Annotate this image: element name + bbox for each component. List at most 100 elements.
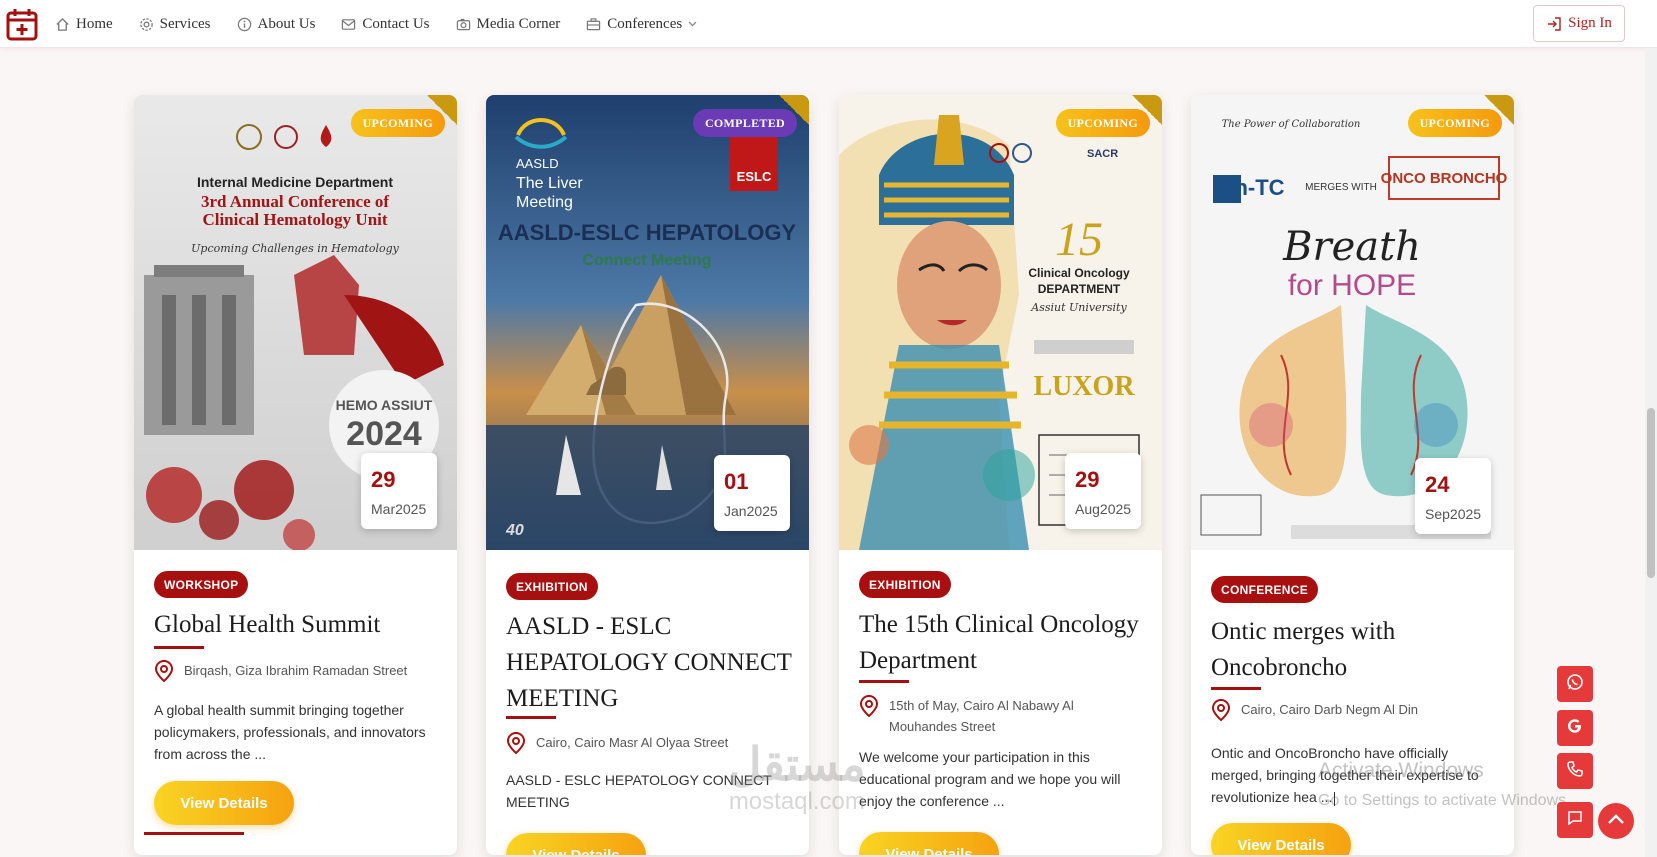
status-badge: COMPLETED [692,109,797,137]
svg-text:HEMO ASSIUT: HEMO ASSIUT [336,397,433,413]
view-details-button[interactable]: View Details [859,832,999,855]
page-scrollbar[interactable] [1645,48,1657,857]
title-underline [506,716,556,719]
svg-text:Upcoming Challenges in Hematol: Upcoming Challenges in Hematology [191,242,399,255]
mostaql-watermark-url: mostaql.com [728,788,865,815]
svg-text:Meeting: Meeting [516,194,573,211]
scroll-to-top-button[interactable] [1598,803,1634,839]
google-icon [1566,717,1584,740]
nav-contact[interactable]: Contact Us [341,15,430,33]
svg-text:Clinical Hematology Unit: Clinical Hematology Unit [202,210,387,229]
map-pin-icon [1211,699,1231,721]
svg-text:SACR: SACR [1087,148,1118,160]
text-cursor [1334,792,1335,806]
nav-about-label: About Us [257,15,316,32]
event-day: 29 [371,467,396,492]
view-details-button[interactable]: View Details [154,781,294,825]
event-location-text: Birqash, Giza Ibrahim Ramadan Street [184,663,408,678]
svg-text:The Power of Collaboration: The Power of Collaboration [1222,119,1361,130]
event-description: A global health summit bringing together… [154,702,426,762]
event-description: We welcome your participation in this ed… [859,749,1121,809]
event-location: Birqash, Giza Ibrahim Ramadan Street [154,660,444,682]
event-card: SACR 15 Clinical Oncology DEPARTMENT Ass… [839,95,1162,855]
svg-text:Internal Medicine Department: Internal Medicine Department [197,174,393,190]
event-title[interactable]: AASLD - ESLC HEPATOLOGY CONNECT MEETING [506,609,796,717]
event-day: 01 [724,469,749,494]
event-date-box: 24 Sep2025 [1415,458,1491,534]
chat-button[interactable] [1557,802,1593,838]
event-date-box: 01 Jan2025 [714,455,790,531]
category-badge: WORKSHOP [154,571,249,598]
briefcase-icon [586,17,601,32]
svg-text:DEPARTMENT: DEPARTMENT [1038,282,1121,296]
category-badge: CONFERENCE [1211,576,1319,603]
sign-in-icon [1546,16,1562,32]
calendar-plus-logo-icon[interactable] [6,7,38,41]
event-month-year: Mar2025 [371,501,427,517]
mostaql-watermark: مستقل mostaql.com [728,740,866,816]
event-poster-image[interactable]: AASLD The Liver Meeting ESLC AASLD-ESLC … [486,95,809,550]
event-title[interactable]: Ontic merges with Oncobroncho [1211,614,1501,686]
nav-media-corner[interactable]: Media Corner [456,15,561,33]
svg-text:3rd Annual Conference of: 3rd Annual Conference of [201,192,389,211]
event-title[interactable]: Global Health Summit [154,607,444,643]
svg-text:for HOPE: for HOPE [1288,269,1416,302]
event-card: Internal Medicine Department 3rd Annual … [134,95,457,855]
nav-conferences-dropdown[interactable]: Conferences [586,16,697,33]
svg-text:ESLC: ESLC [737,169,772,184]
event-location: 15th of May, Cairo Al Nabawy Al Mouhande… [859,695,1149,737]
category-badge: EXHIBITION [859,571,951,598]
event-location-text: Cairo, Cairo Masr Al Olyaa Street [536,735,729,750]
event-location: Cairo, Cairo Darb Negm Al Din [1211,699,1501,721]
nav-home-label: Home [76,15,113,32]
title-underline [154,646,204,649]
svg-text:ONCO BRONCHO: ONCO BRONCHO [1381,170,1508,187]
svg-text:Clinical Oncology: Clinical Oncology [1028,266,1130,280]
nav-about[interactable]: About Us [237,15,316,33]
chevron-up-icon [1607,812,1625,830]
phone-button[interactable] [1557,753,1593,789]
whatsapp-icon [1566,673,1584,696]
chat-icon [1566,809,1584,832]
view-details-button[interactable]: View Details [506,833,646,855]
event-day: 29 [1075,467,1100,492]
svg-text:The Liver: The Liver [516,175,583,192]
event-date-box: 29 Mar2025 [361,453,437,529]
event-title[interactable]: The 15th Clinical Oncology Department [859,607,1149,679]
event-day: 24 [1425,472,1450,497]
event-poster-image[interactable]: SACR 15 Clinical Oncology DEPARTMENT Ass… [839,95,1162,550]
google-button[interactable] [1557,710,1593,746]
mostaql-watermark-arabic: مستقل [728,738,866,790]
event-card: The Power of Collaboration on-TC MERGES … [1191,95,1514,855]
bottom-accent-line [144,832,244,835]
activate-windows-subtitle: Go to Settings to activate Windows. [1318,792,1571,809]
nav-contact-label: Contact Us [362,15,430,32]
status-badge: UPCOMING [1407,109,1502,137]
view-details-button[interactable]: View Details [1211,823,1351,855]
svg-text:40: 40 [505,522,524,539]
sign-in-label: Sign In [1568,15,1612,31]
svg-text:LUXOR: LUXOR [1033,371,1135,402]
event-date-box: 29 Aug2025 [1065,453,1141,529]
status-badge: UPCOMING [350,109,445,137]
category-badge: EXHIBITION [506,573,598,600]
scrollbar-thumb[interactable] [1647,408,1655,578]
title-underline [1211,687,1261,690]
event-month-year: Sep2025 [1425,506,1482,522]
map-pin-icon [154,660,174,682]
camera-icon [456,17,471,32]
map-pin-icon [506,732,526,754]
map-pin-icon [859,695,879,717]
status-badge: UPCOMING [1055,109,1150,137]
event-poster-image[interactable]: The Power of Collaboration on-TC MERGES … [1191,95,1514,550]
activate-windows-watermark: Activate Windows Go to Settings to activ… [1318,756,1571,816]
nav-media-corner-label: Media Corner [476,15,561,32]
sign-in-button[interactable]: Sign In [1533,5,1625,42]
nav-home[interactable]: Home [55,16,113,33]
chevron-down-icon [688,19,697,30]
event-poster-image[interactable]: Internal Medicine Department 3rd Annual … [134,95,457,550]
nav-services[interactable]: Services [139,16,211,33]
whatsapp-button[interactable] [1557,666,1593,702]
title-underline [859,680,909,683]
svg-text:Assiut University: Assiut University [1030,301,1127,314]
